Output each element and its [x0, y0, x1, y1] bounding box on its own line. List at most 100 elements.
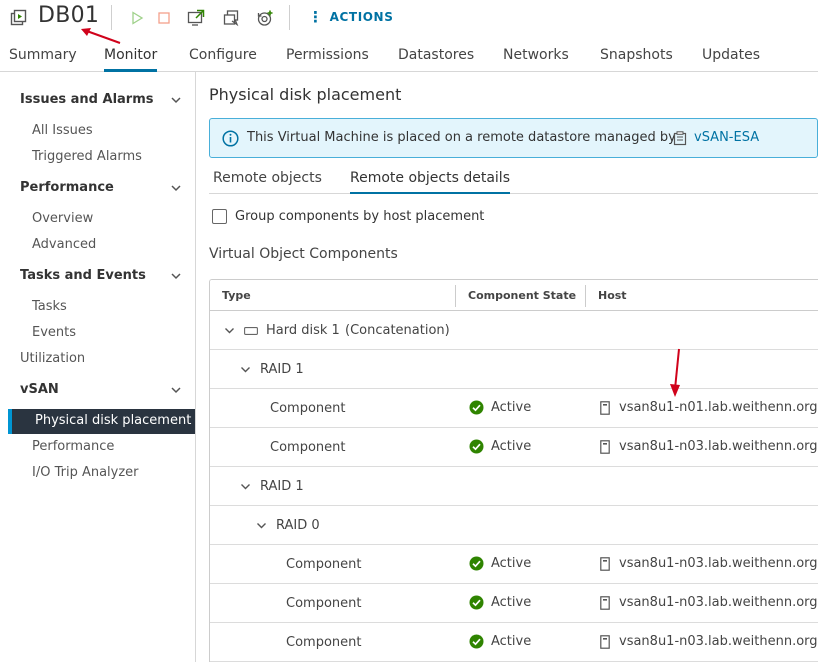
- component-state: Active: [469, 556, 531, 571]
- group-by-host-label: Group components by host placement: [235, 209, 485, 224]
- host-server-icon: [600, 634, 610, 649]
- table-row[interactable]: Hard disk 1 (Concatenation): [210, 311, 818, 350]
- sidebar-item-vsan-performance[interactable]: Performance: [32, 439, 114, 454]
- snapshot-icon: [257, 10, 272, 26]
- table-header: Type Component State Host: [210, 280, 818, 311]
- tab-datastores[interactable]: Datastores: [398, 47, 474, 72]
- sidebar-group-performance[interactable]: Performance: [20, 180, 114, 195]
- power-on-icon: [132, 11, 144, 25]
- table-row[interactable]: Component Active vsan8u1-n03.lab.weithen…: [210, 584, 818, 623]
- chevron-down-icon[interactable]: [170, 182, 182, 194]
- check-circle-icon: [469, 634, 484, 649]
- chevron-down-icon[interactable]: [170, 94, 182, 106]
- migrate-button[interactable]: [222, 8, 242, 28]
- check-circle-icon: [469, 556, 484, 571]
- check-circle-icon: [469, 400, 484, 415]
- header-separator: [289, 5, 290, 30]
- state-label: Active: [491, 556, 532, 571]
- table-row[interactable]: Component Active vsan8u1-n01.lab.weithen…: [210, 389, 818, 428]
- tab-networks[interactable]: Networks: [503, 47, 569, 72]
- placement-subtabs: Remote objects Remote objects details: [209, 166, 818, 194]
- sidebar-item-tasks[interactable]: Tasks: [32, 299, 67, 314]
- host-link[interactable]: vsan8u1-n01.lab.weithenn.org: [619, 400, 818, 415]
- component-state: Active: [469, 634, 531, 649]
- sidebar-item-advanced[interactable]: Advanced: [32, 237, 96, 252]
- group-by-host-checkbox[interactable]: [212, 209, 227, 224]
- table-row[interactable]: Component Active vsan8u1-n03.lab.weithen…: [210, 623, 818, 662]
- chevron-down-icon[interactable]: [170, 270, 182, 282]
- sidebar-item-all-issues[interactable]: All Issues: [32, 123, 93, 138]
- column-header-host[interactable]: Host: [598, 289, 627, 302]
- sidebar-group-issues-and-alarms[interactable]: Issues and Alarms: [20, 92, 154, 107]
- main-content: Physical disk placement This Virtual Mac…: [196, 72, 818, 662]
- host-link[interactable]: vsan8u1-n03.lab.weithenn.org: [619, 556, 818, 571]
- row-type: RAID 0: [276, 518, 320, 533]
- row-type: RAID 1: [260, 362, 304, 377]
- sidebar-item-physical-disk-placement[interactable]: Physical disk placement: [8, 409, 195, 434]
- host-server-icon: [600, 595, 610, 610]
- row-type: Hard disk 1: [266, 323, 340, 338]
- power-off-icon: [158, 12, 170, 24]
- chevron-down-icon[interactable]: [224, 325, 235, 336]
- datastore-icon: [673, 131, 687, 146]
- sidebar-item-io-trip-analyzer[interactable]: I/O Trip Analyzer: [32, 465, 139, 480]
- host-cell: vsan8u1-n03.lab.weithenn.org: [600, 595, 818, 610]
- section-title: Virtual Object Components: [209, 246, 398, 262]
- info-banner-text: This Virtual Machine is placed on a remo…: [247, 130, 676, 145]
- check-circle-icon: [469, 439, 484, 454]
- sidebar-item-triggered-alarms[interactable]: Triggered Alarms: [32, 149, 142, 164]
- launch-console-button[interactable]: [186, 8, 206, 28]
- host-link[interactable]: vsan8u1-n03.lab.weithenn.org: [619, 634, 818, 649]
- actions-menu-button[interactable]: ⋮ ACTIONS: [308, 10, 394, 25]
- table-row[interactable]: Component Active vsan8u1-n03.lab.weithen…: [210, 428, 818, 467]
- column-resize-handle[interactable]: [585, 285, 586, 307]
- host-link[interactable]: vsan8u1-n03.lab.weithenn.org: [619, 439, 818, 454]
- tab-monitor[interactable]: Monitor: [104, 47, 158, 72]
- tab-updates[interactable]: Updates: [702, 47, 760, 72]
- tab-snapshots[interactable]: Snapshots: [600, 47, 673, 72]
- row-detail: (Concatenation): [345, 323, 450, 338]
- chevron-down-icon[interactable]: [240, 364, 251, 375]
- monitor-sidebar: Issues and Alarms All Issues Triggered A…: [0, 72, 196, 662]
- tab-permissions[interactable]: Permissions: [286, 47, 369, 72]
- tab-summary[interactable]: Summary: [9, 47, 77, 72]
- table-row[interactable]: Component Active vsan8u1-n03.lab.weithen…: [210, 545, 818, 584]
- host-server-icon: [600, 556, 610, 571]
- column-resize-handle[interactable]: [455, 285, 456, 307]
- state-label: Active: [491, 634, 532, 649]
- chevron-down-icon[interactable]: [170, 384, 182, 396]
- sidebar-group-tasks-and-events[interactable]: Tasks and Events: [20, 268, 146, 283]
- chevron-down-icon[interactable]: [256, 520, 267, 531]
- column-header-component-state[interactable]: Component State: [468, 289, 576, 302]
- sidebar-item-events[interactable]: Events: [32, 325, 76, 340]
- object-header: DB01 ⋮ ACTIONS: [0, 0, 818, 36]
- header-separator: [111, 5, 112, 30]
- sidebar-group-vsan[interactable]: vSAN: [20, 382, 59, 397]
- snapshot-button[interactable]: [255, 8, 275, 28]
- row-type: Component: [286, 596, 362, 611]
- subtab-remote-objects-details[interactable]: Remote objects details: [350, 170, 510, 194]
- table-row[interactable]: RAID 1: [210, 350, 818, 389]
- vm-title: DB01: [38, 3, 100, 28]
- check-circle-icon: [469, 595, 484, 610]
- table-row[interactable]: RAID 1: [210, 467, 818, 506]
- row-type: Component: [270, 440, 346, 455]
- sidebar-item-utilization[interactable]: Utilization: [20, 351, 85, 366]
- sidebar-item-overview[interactable]: Overview: [32, 211, 93, 226]
- table-row[interactable]: RAID 0: [210, 506, 818, 545]
- vsan-esa-link[interactable]: vSAN-ESA: [694, 130, 759, 145]
- power-on-button[interactable]: [127, 8, 147, 28]
- info-banner: This Virtual Machine is placed on a remo…: [209, 118, 818, 158]
- component-state: Active: [469, 595, 531, 610]
- group-by-host-option[interactable]: Group components by host placement: [212, 209, 484, 224]
- hard-disk-icon: [244, 327, 258, 335]
- actions-label: ACTIONS: [329, 10, 394, 24]
- host-cell: vsan8u1-n03.lab.weithenn.org: [600, 556, 818, 571]
- tab-configure[interactable]: Configure: [189, 47, 257, 72]
- host-link[interactable]: vsan8u1-n03.lab.weithenn.org: [619, 595, 818, 610]
- info-icon: [222, 130, 239, 147]
- column-header-type[interactable]: Type: [222, 289, 251, 302]
- chevron-down-icon[interactable]: [240, 481, 251, 492]
- subtab-remote-objects[interactable]: Remote objects: [213, 170, 322, 194]
- power-off-button[interactable]: [154, 8, 174, 28]
